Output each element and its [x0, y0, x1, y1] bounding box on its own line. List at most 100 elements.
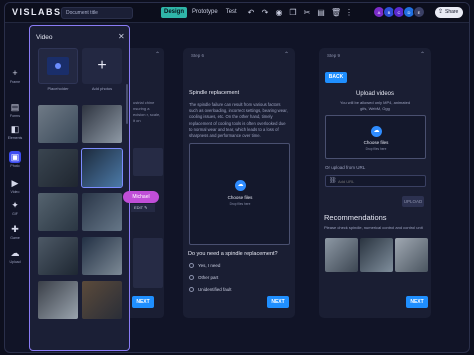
upload-description: You will be allowed only MP4, animated g… — [339, 100, 411, 111]
mode-tab-test[interactable]: Test — [223, 7, 240, 18]
undo-icon[interactable]: ↶ — [247, 7, 255, 18]
file-dropzone[interactable]: ☁ Choose files Drop files here — [189, 143, 290, 245]
next-button[interactable]: NEXT — [406, 296, 428, 308]
photo-thumbnail[interactable] — [38, 281, 78, 319]
rail-item-gif[interactable]: ✦ GIF — [7, 199, 23, 216]
photo-thumbnail[interactable] — [82, 281, 122, 319]
phone-frame-step-9[interactable]: Step 9 ⌃ BACK Upload videos You will be … — [319, 48, 431, 318]
upload-button[interactable]: UPLOAD — [402, 196, 424, 207]
gif-icon: ✦ — [11, 200, 19, 210]
link-icon: ⛓ — [329, 178, 337, 184]
rail-item-forms[interactable]: ▤ Forms — [7, 101, 23, 118]
paste-icon[interactable]: ▤ — [317, 7, 325, 18]
photo-thumbnail[interactable] — [38, 193, 78, 231]
media-picker-modal: Video ✕ + Placeholder Add photos — [29, 25, 130, 351]
placeholder-image-icon — [47, 57, 69, 75]
left-tool-rail: + Frame ▤ Forms ◧ Elements ▣ Photo ▶ Video ✦ GIF ✚ Ga… — [5, 63, 25, 283]
chevron-up-icon[interactable]: ⌃ — [155, 51, 160, 58]
phone-previous-image — [133, 148, 163, 176]
photo-thumbnail[interactable] — [82, 105, 122, 143]
copy-icon[interactable]: ❐ — [289, 7, 297, 18]
modal-scrollbar[interactable] — [126, 84, 128, 124]
photo-thumbnail[interactable] — [38, 105, 78, 143]
rail-item-label: Frame — [9, 80, 21, 84]
rail-item-label: Game — [10, 236, 20, 240]
recommendation-image[interactable] — [395, 238, 428, 272]
collaborator-cursor-tag: Michael — [123, 191, 159, 203]
rail-item-frame[interactable]: + Frame — [7, 67, 23, 84]
dropzone-hint: Drop files here — [229, 202, 251, 206]
step-label: Step 6 — [191, 53, 205, 58]
more-icon[interactable]: ⋮ — [345, 7, 353, 18]
recommendation-image[interactable] — [325, 238, 358, 272]
mode-switcher: Design Prototype Test — [161, 7, 240, 18]
video-icon: ▶ — [11, 178, 19, 188]
rail-item-photo[interactable]: ▣ Photo — [7, 151, 23, 168]
share-icon: ⇪ — [438, 9, 444, 15]
url-label: Or upload from URL — [325, 165, 366, 170]
back-button[interactable]: BACK — [325, 72, 347, 83]
url-input[interactable] — [338, 177, 424, 185]
chevron-up-icon[interactable]: ⌃ — [284, 51, 289, 58]
rail-item-upload[interactable]: ☁ Upload — [7, 247, 23, 264]
rail-item-label: Photo — [10, 164, 20, 168]
share-button[interactable]: ⇪ Share — [435, 7, 463, 18]
radio-option-yes[interactable]: Yes, I need — [189, 263, 221, 269]
upload-title: Upload videos — [355, 91, 395, 97]
rail-item-label: Elements — [7, 136, 23, 140]
add-icon: + — [12, 68, 18, 78]
cloud-upload-icon: ☁ — [371, 126, 382, 137]
document-title-field[interactable]: Document title — [61, 7, 133, 19]
cloud-upload-icon: ☁ — [235, 180, 246, 191]
photo-thumbnail[interactable] — [38, 149, 78, 187]
placeholder-tile[interactable] — [38, 48, 78, 84]
recommendation-image[interactable] — [360, 238, 393, 272]
rail-item-game[interactable]: ✚ Game — [7, 223, 23, 240]
choose-files-label: Choose files — [363, 140, 389, 145]
next-button-previous[interactable]: NEXT — [132, 296, 154, 308]
rail-item-label: Forms — [10, 114, 20, 118]
step-label: Step 9 — [327, 53, 341, 58]
avatar[interactable]: E — [413, 6, 425, 18]
photo-thumbnail[interactable] — [38, 237, 78, 275]
rail-item-elements[interactable]: ◧ Elements — [7, 123, 23, 140]
mode-tab-prototype[interactable]: Prototype — [189, 7, 221, 18]
url-field[interactable]: ⛓ — [325, 175, 426, 187]
chevron-up-icon[interactable]: ⌃ — [420, 51, 425, 58]
top-bar: VISLABS. Document title Design Prototype T… — [5, 3, 469, 23]
plus-icon: + — [97, 57, 107, 74]
elements-icon: ◧ — [10, 124, 20, 134]
mode-tab-design[interactable]: Design — [161, 7, 188, 18]
photo-thumbnail[interactable] — [82, 237, 122, 275]
radio-icon — [189, 263, 194, 269]
dropzone-hint: Drop files here — [365, 147, 387, 151]
rail-item-label: Upload — [9, 260, 21, 264]
option-label: Yes, I need — [198, 263, 221, 268]
phone-frame-step-6[interactable]: Step 6 ⌃ Spindle replacement The spindle… — [183, 48, 295, 318]
rail-item-video[interactable]: ▶ Video — [7, 177, 23, 194]
radio-option-unidentified[interactable]: Unidentified fault — [189, 287, 232, 293]
rail-item-label: Video — [10, 190, 20, 194]
photo-thumbnail[interactable] — [82, 193, 122, 231]
cut-icon[interactable]: ✂ — [303, 7, 311, 18]
app-logo: VISLABS. — [12, 7, 66, 17]
app-window: VISLABS. Document title Design Prototype T… — [4, 2, 470, 353]
radio-option-other[interactable]: Other part — [189, 275, 218, 281]
recommendations-description: Please check spindle, numerical control … — [324, 225, 423, 230]
eye-icon[interactable]: ◉ — [275, 7, 283, 18]
add-photos-tile[interactable]: + — [82, 48, 122, 84]
share-label: Share — [445, 9, 459, 15]
redo-icon[interactable]: ↷ — [261, 7, 269, 18]
edit-chip[interactable]: EDIT ✎ — [131, 204, 155, 212]
radio-icon — [189, 275, 194, 281]
radio-icon — [189, 287, 194, 293]
next-button[interactable]: NEXT — [267, 296, 289, 308]
modal-title: Video — [36, 34, 53, 41]
delete-icon[interactable]: 🗑 — [331, 7, 341, 18]
photo-thumbnail[interactable] — [81, 148, 123, 188]
phone-previous-block — [133, 238, 163, 288]
section-heading: Spindle replacement — [189, 90, 240, 96]
close-icon[interactable]: ✕ — [118, 32, 125, 41]
placeholder-label: Placeholder — [47, 86, 69, 91]
video-dropzone[interactable]: ☁ Choose files Drop files here — [325, 115, 426, 159]
